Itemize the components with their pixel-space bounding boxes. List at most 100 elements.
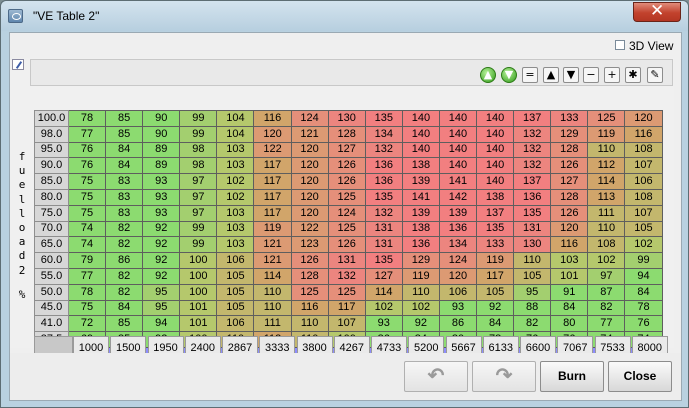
ve-cell[interactable]: 90: [142, 110, 181, 127]
ve-cell[interactable]: 102: [624, 236, 663, 254]
ve-cell[interactable]: 122: [290, 220, 329, 238]
ve-cell[interactable]: 119: [587, 125, 626, 143]
title-bar[interactable]: "VE Table 2" ✕: [1, 1, 688, 31]
ve-cell[interactable]: 119: [253, 220, 292, 238]
y-bin-cell[interactable]: 75.0: [34, 204, 69, 222]
equals-icon[interactable]: =: [522, 67, 538, 83]
y-bin-cell[interactable]: 80.0: [34, 188, 69, 206]
ve-cell[interactable]: 112: [587, 157, 626, 175]
ve-cell[interactable]: 75: [67, 173, 107, 190]
burn-button[interactable]: Burn: [540, 361, 604, 392]
ve-cell[interactable]: 92: [142, 267, 181, 285]
ve-cell[interactable]: 126: [290, 252, 329, 269]
ve-cell[interactable]: 106: [216, 315, 255, 333]
ve-cell[interactable]: 87: [587, 283, 626, 301]
ve-cell[interactable]: 83: [105, 204, 144, 222]
ve-cell[interactable]: 132: [364, 141, 403, 159]
ve-cell[interactable]: 135: [364, 252, 403, 269]
ve-cell[interactable]: 82: [105, 267, 144, 285]
multiply-icon[interactable]: ✱: [625, 67, 641, 83]
ve-cell[interactable]: 125: [327, 188, 366, 206]
ve-cell[interactable]: 120: [253, 125, 292, 143]
ve-cell[interactable]: 102: [216, 173, 255, 190]
ve-cell[interactable]: 131: [364, 236, 403, 254]
ve-cell[interactable]: 78: [67, 283, 107, 301]
ve-cell[interactable]: 137: [476, 204, 515, 222]
ve-cell[interactable]: 133: [550, 110, 589, 127]
ve-cell[interactable]: 85: [105, 110, 144, 127]
ve-cell[interactable]: 99: [624, 252, 663, 269]
ve-cell[interactable]: 98: [179, 157, 218, 175]
ve-cell[interactable]: 140: [476, 173, 515, 190]
ve-cell[interactable]: 84: [105, 299, 144, 317]
ve-cell[interactable]: 90: [142, 125, 181, 143]
ve-cell[interactable]: 136: [513, 188, 552, 206]
ve-cell[interactable]: 110: [253, 283, 292, 301]
y-bin-cell[interactable]: 90.0: [34, 157, 69, 175]
ve-cell[interactable]: 117: [476, 267, 515, 285]
y-bin-cell[interactable]: 70.0: [34, 220, 69, 238]
ve-cell[interactable]: 103: [216, 141, 255, 159]
ve-cell[interactable]: 94: [624, 267, 663, 285]
pencil-icon[interactable]: ✎: [647, 67, 663, 83]
ve-cell[interactable]: 99: [179, 236, 218, 254]
ve-cell[interactable]: 106: [624, 173, 663, 190]
y-bin-cell[interactable]: 41.0: [34, 315, 69, 333]
y-bin-cell[interactable]: 95.0: [34, 141, 69, 159]
ve-cell[interactable]: 141: [401, 188, 440, 206]
ve-cell[interactable]: 132: [513, 125, 552, 143]
ve-cell[interactable]: 139: [401, 173, 440, 190]
y-bin-cell[interactable]: 98.0: [34, 125, 69, 143]
ve-cell[interactable]: 128: [550, 188, 589, 206]
ve-cell[interactable]: 140: [401, 141, 440, 159]
ve-cell[interactable]: 120: [290, 173, 329, 190]
ve-cell[interactable]: 137: [513, 110, 552, 127]
ve-cell[interactable]: 84: [105, 141, 144, 159]
ve-cell[interactable]: 105: [216, 283, 255, 301]
ve-cell[interactable]: 92: [401, 315, 440, 333]
ve-cell[interactable]: 84: [105, 157, 144, 175]
ve-cell[interactable]: 119: [401, 267, 440, 285]
ve-cell[interactable]: 102: [216, 188, 255, 206]
ve-cell[interactable]: 92: [142, 220, 181, 238]
ve-cell[interactable]: 116: [550, 236, 589, 254]
ve-cell[interactable]: 84: [476, 315, 515, 333]
ve-cell[interactable]: 128: [290, 267, 329, 285]
ve-cell[interactable]: 116: [253, 110, 292, 127]
ve-cell[interactable]: 100: [179, 267, 218, 285]
ve-cell[interactable]: 108: [587, 236, 626, 254]
ve-cell[interactable]: 89: [142, 141, 181, 159]
ve-cell[interactable]: 75: [67, 299, 107, 317]
ve-cell[interactable]: 99: [179, 220, 218, 238]
ve-cell[interactable]: 131: [364, 220, 403, 238]
ve-cell[interactable]: 94: [142, 315, 181, 333]
ve-cell[interactable]: 136: [401, 236, 440, 254]
ve-cell[interactable]: 76: [624, 315, 663, 333]
ve-cell[interactable]: 114: [587, 173, 626, 190]
ve-cell[interactable]: 127: [550, 173, 589, 190]
ve-cell[interactable]: 117: [253, 173, 292, 190]
ve-cell[interactable]: 101: [179, 315, 218, 333]
ve-cell[interactable]: 120: [550, 220, 589, 238]
redo-button[interactable]: ↷: [472, 361, 536, 392]
ve-cell[interactable]: 136: [438, 220, 478, 238]
ve-cell[interactable]: 88: [513, 299, 552, 317]
ve-cell[interactable]: 138: [401, 157, 440, 175]
ve-cell[interactable]: 123: [290, 236, 329, 254]
ve-cell[interactable]: 74: [67, 236, 107, 254]
ve-cell[interactable]: 135: [513, 204, 552, 222]
ve-cell[interactable]: 142: [438, 188, 478, 206]
ve-cell[interactable]: 103: [216, 236, 255, 254]
ve-cell[interactable]: 77: [67, 125, 107, 143]
ve-cell[interactable]: 111: [587, 204, 626, 222]
ve-cell[interactable]: 125: [327, 220, 366, 238]
ve-cell[interactable]: 113: [587, 188, 626, 206]
ve-cell[interactable]: 120: [290, 141, 329, 159]
ve-cell[interactable]: 86: [105, 252, 144, 269]
ve-cell[interactable]: 108: [624, 141, 663, 159]
ve-cell[interactable]: 110: [587, 141, 626, 159]
ve-cell[interactable]: 135: [364, 110, 403, 127]
ve-cell[interactable]: 95: [142, 299, 181, 317]
ve-cell[interactable]: 82: [105, 283, 144, 301]
ve-cell[interactable]: 93: [142, 173, 181, 190]
